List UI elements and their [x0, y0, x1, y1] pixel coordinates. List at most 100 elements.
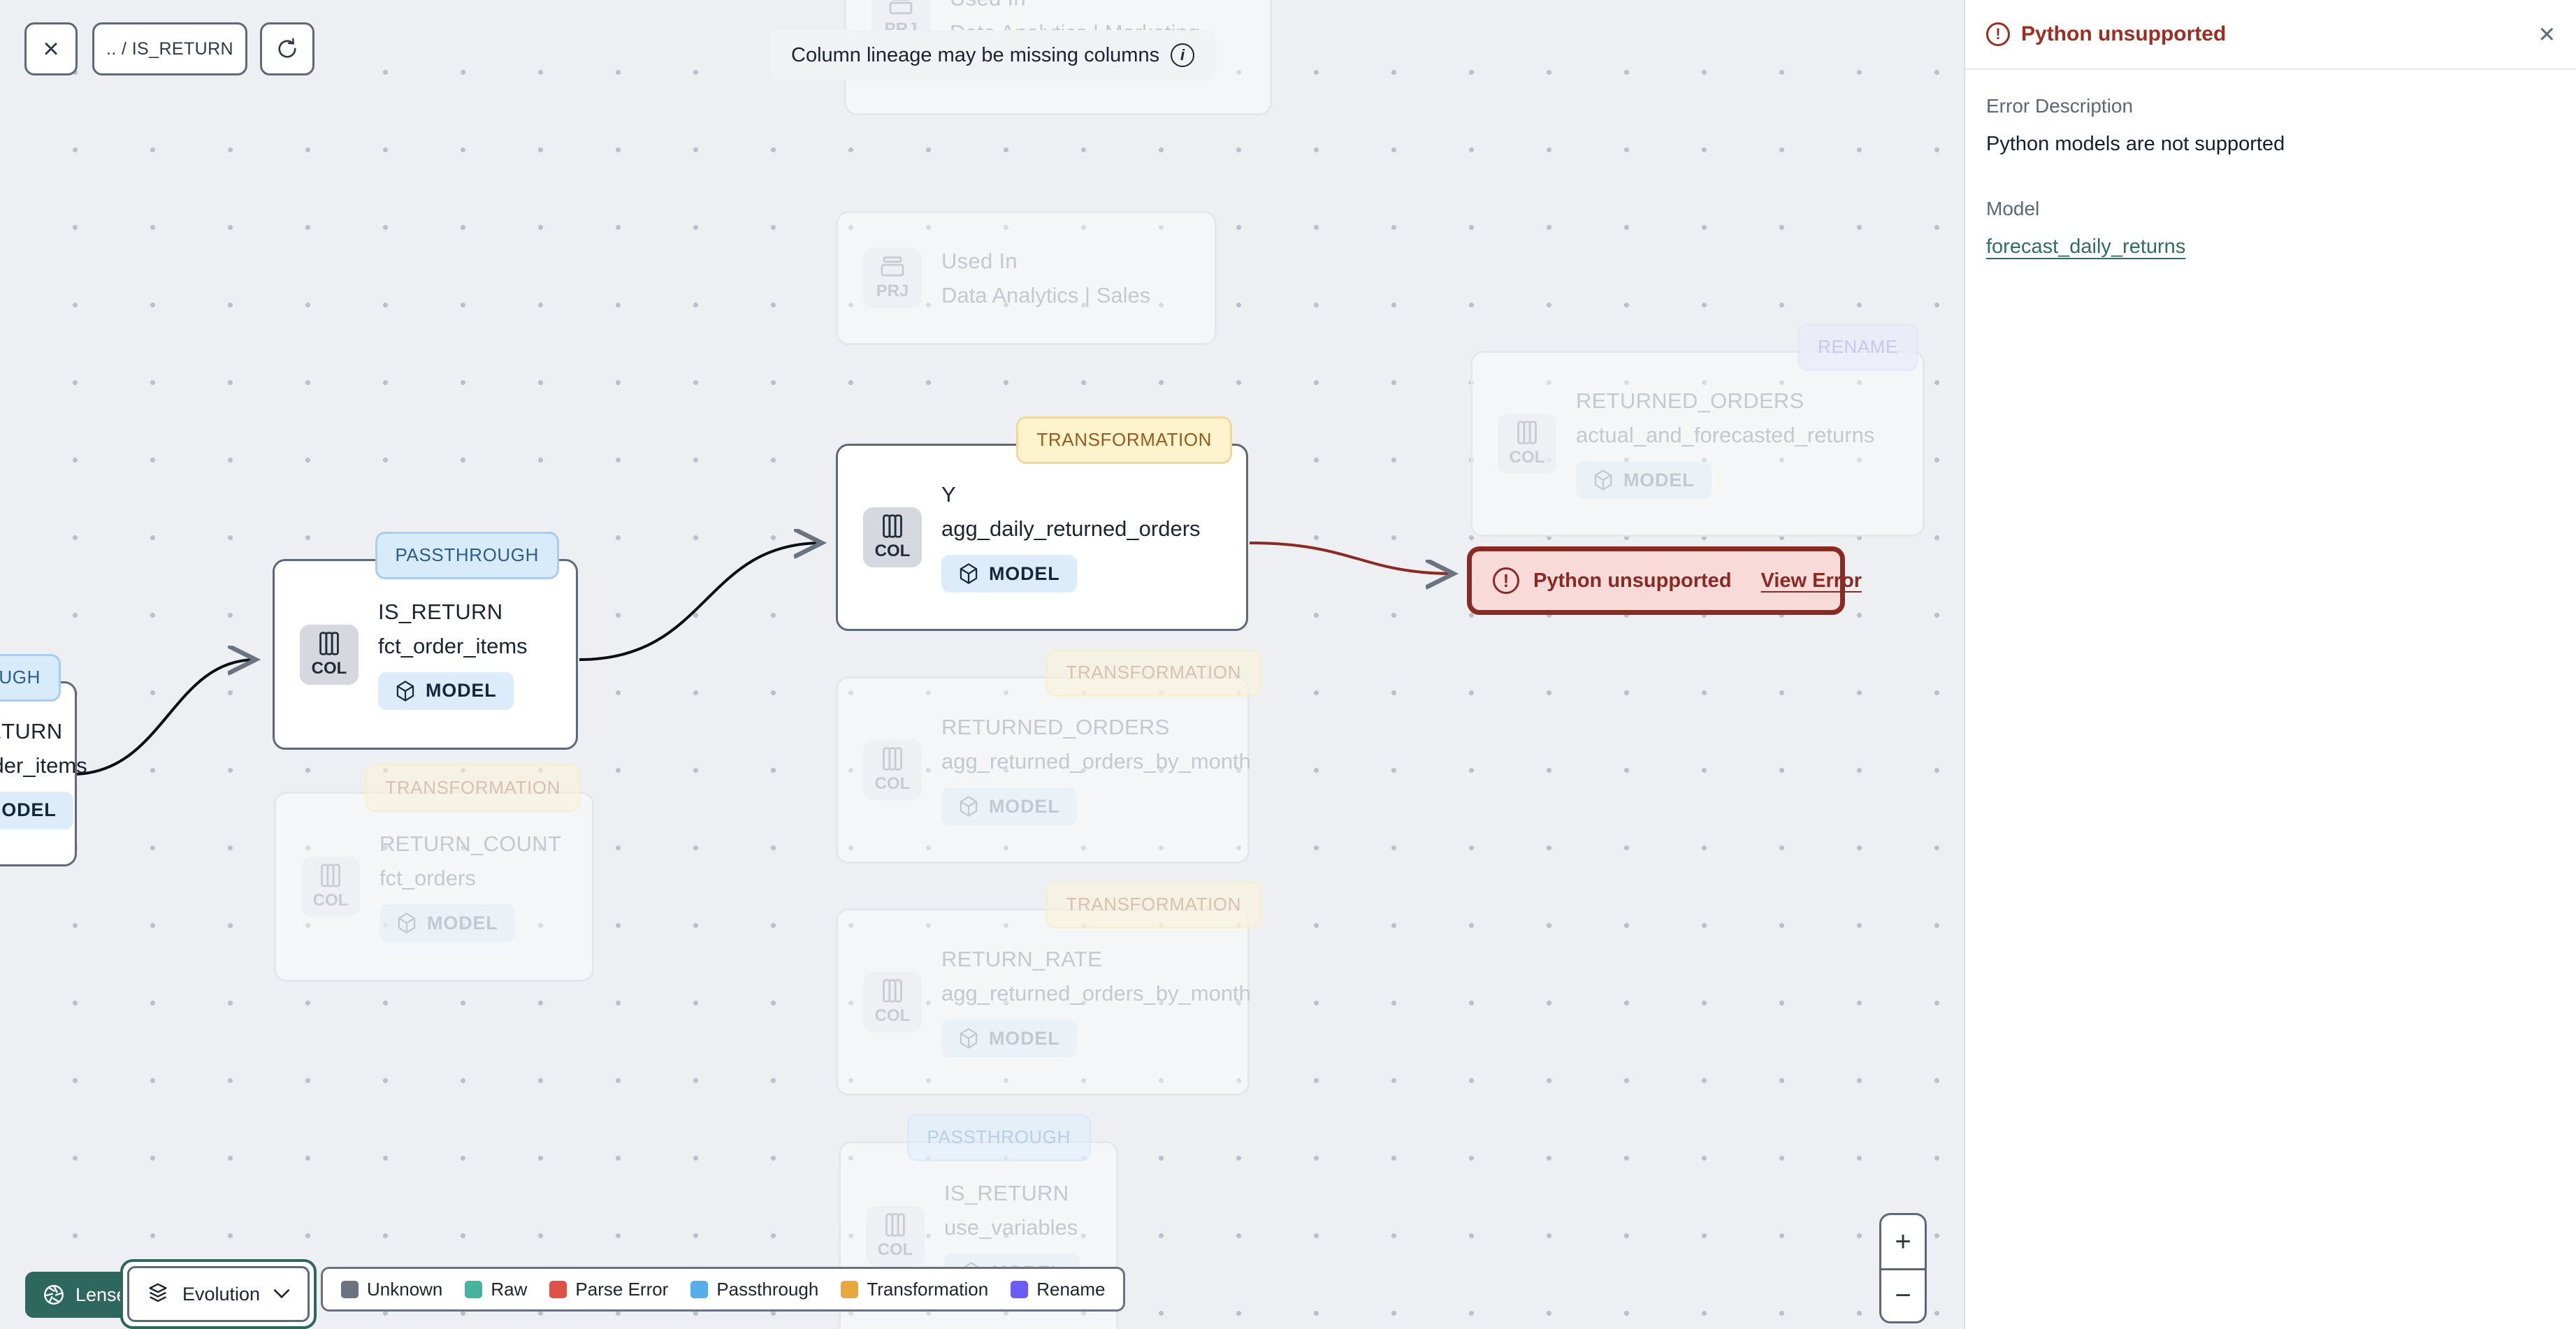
lineage-node-returned-orders-renamed[interactable]: RENAME COL RETURNED_ORDERS actual_and_fo…: [1470, 324, 1925, 537]
error-description-label: Error Description: [1986, 95, 2134, 117]
lens-dropdown-value: Evolution: [182, 1283, 261, 1305]
panel-header: ! Python unsupported ×: [1965, 0, 2576, 70]
node-title: Used In: [941, 248, 1018, 273]
node-subtitle: fct_orders: [379, 866, 476, 890]
refresh-button[interactable]: [260, 22, 314, 75]
model-chip-label: MODEL: [989, 562, 1060, 584]
model-chip: MODEL: [0, 791, 73, 829]
lineage-node-returned-orders-month[interactable]: TRANSFORMATION COL RETURNED_ORDERS agg_r…: [836, 649, 1261, 864]
lens-badge-passthrough: PASSTHROUGH: [0, 654, 61, 702]
column-badge-label: COL: [311, 658, 347, 678]
node-subtitle: agg_returned_orders_by_month: [941, 981, 1251, 1005]
model-chip-label: MODEL: [989, 795, 1060, 817]
panel-close-icon[interactable]: ×: [2539, 20, 2555, 48]
node-subtitle: agg_daily_returned_orders: [941, 516, 1201, 541]
node-subtitle: actual_and_forecasted_returns: [1576, 423, 1875, 447]
column-badge: COL: [863, 507, 922, 567]
error-description-text: Python models are not supported: [1986, 133, 2285, 155]
column-badge-label: COL: [874, 1006, 911, 1025]
model-chip-label: MODEL: [426, 680, 497, 701]
view-error-link[interactable]: View Error: [1761, 569, 1862, 593]
zoom-out-button[interactable]: −: [1881, 1268, 1925, 1321]
legend-swatch: [841, 1280, 859, 1298]
info-icon[interactable]: i: [1171, 43, 1195, 67]
lineage-node-return-count[interactable]: TRANSFORMATION COL RETURN_COUNT fct_orde…: [274, 764, 594, 982]
model-chip: MODEL: [379, 904, 515, 942]
panel-body: Error Description Python models are not …: [1965, 70, 2576, 284]
lens-badge-passthrough: PASSTHROUGH: [375, 532, 559, 579]
zoom-controls: + −: [1879, 1213, 1927, 1323]
column-badge: COL: [301, 857, 360, 917]
project-badge-label: PRJ: [876, 282, 909, 300]
lineage-node-is-return[interactable]: PASSTHROUGH COL IS_RETURN fct_order_item…: [273, 532, 578, 750]
legend-label: Rename: [1036, 1278, 1106, 1300]
node-title: Y: [941, 482, 956, 507]
column-lineage-app: PRJ Used In Data Analytics | Marketing P…: [0, 0, 2576, 1329]
breadcrumb[interactable]: .. / IS_RETURN: [92, 22, 247, 75]
node-title: IS_RETURN: [378, 599, 503, 624]
legend-item-unknown: Unknown: [341, 1279, 442, 1300]
legend-swatch: [690, 1280, 709, 1298]
legend-label: Parse Error: [575, 1278, 669, 1300]
model-label: Model: [1986, 198, 2040, 219]
legend-label: Passthrough: [716, 1278, 819, 1300]
legend-item-raw: Raw: [465, 1279, 527, 1300]
lens-badge-rename: RENAME: [1797, 324, 1918, 371]
lens-badge-transformation: TRANSFORMATION: [1045, 649, 1261, 697]
column-badge: COL: [863, 972, 922, 1032]
column-badge: COL: [300, 624, 359, 685]
column-badge-label: COL: [312, 891, 349, 910]
legend-label: Transformation: [867, 1278, 989, 1300]
node-title: Used In: [950, 0, 1200, 11]
column-badge-label: COL: [877, 1240, 913, 1259]
node-title: IS_RETURN: [944, 1181, 1069, 1205]
lineage-node-left-partial[interactable]: PASSTHROUGH COL IS_RETURN fct_order_item…: [0, 654, 87, 866]
lineage-node-used-in-sales[interactable]: PRJ Used In Data Analytics | Sales: [836, 211, 1217, 345]
edge-y-to-error: [1249, 542, 1454, 574]
zoom-in-button[interactable]: +: [1881, 1215, 1925, 1268]
lens-badge-transformation: TRANSFORMATION: [365, 764, 581, 812]
model-chip: MODEL: [378, 671, 514, 710]
close-icon: ×: [43, 33, 59, 64]
lens-aperture-icon: [44, 1285, 64, 1305]
warning-icon: !: [1493, 567, 1519, 594]
model-link[interactable]: forecast_daily_returns: [1986, 235, 2185, 259]
column-badge: COL: [866, 1206, 925, 1266]
lens-badge-passthrough: PASSTHROUGH: [906, 1114, 1091, 1161]
node-subtitle: fct_order_items: [0, 753, 87, 778]
legend-swatch: [465, 1280, 483, 1298]
warning-icon: !: [1986, 22, 2010, 46]
node-subtitle: agg_returned_orders_by_month: [941, 749, 1251, 774]
lineage-canvas[interactable]: PRJ Used In Data Analytics | Marketing P…: [0, 0, 1964, 1329]
error-node-python-unsupported[interactable]: ! Python unsupported View Error: [1467, 546, 1862, 615]
edge-isreturn-to-y: [579, 543, 822, 661]
lens-legend: Unknown Raw Parse Error Passthrough Tran…: [321, 1267, 1126, 1312]
node-subtitle: use_variables: [944, 1215, 1078, 1240]
lens-selector-focus-ring: Evolution: [120, 1259, 317, 1329]
lens-dropdown[interactable]: Evolution: [127, 1266, 310, 1322]
model-chip: MODEL: [941, 555, 1077, 593]
legend-swatch: [549, 1280, 567, 1298]
node-subtitle: fct_order_items: [378, 633, 528, 658]
edge-left-to-isreturn: [71, 660, 256, 776]
banner-text: Column lineage may be missing columns: [791, 43, 1160, 66]
breadcrumb-label: .. / IS_RETURN: [106, 38, 234, 59]
column-badge: COL: [1498, 414, 1556, 474]
legend-item-parse-error: Parse Error: [549, 1279, 668, 1300]
error-detail-panel: ! Python unsupported × Error Description…: [1964, 0, 2576, 1329]
model-chip-label: MODEL: [0, 799, 57, 820]
lens-badge-transformation: TRANSFORMATION: [1016, 416, 1232, 464]
node-title: RETURNED_ORDERS: [941, 715, 1170, 739]
close-lineage-button[interactable]: ×: [24, 22, 78, 75]
model-chip: MODEL: [941, 1019, 1077, 1057]
column-badge-label: COL: [874, 542, 911, 560]
legend-item-passthrough: Passthrough: [690, 1279, 818, 1300]
model-chip-label: MODEL: [1623, 469, 1695, 491]
node-title: RETURNED_ORDERS: [1576, 388, 1804, 413]
refresh-icon: [278, 38, 296, 58]
model-chip: MODEL: [1576, 461, 1712, 499]
column-badge-label: COL: [874, 774, 911, 793]
node-title: RETURN_RATE: [941, 947, 1103, 971]
lineage-node-return-rate[interactable]: TRANSFORMATION COL RETURN_RATE agg_retur…: [836, 881, 1261, 1096]
lineage-node-y[interactable]: TRANSFORMATION COL Y agg_daily_returned_…: [836, 416, 1248, 631]
